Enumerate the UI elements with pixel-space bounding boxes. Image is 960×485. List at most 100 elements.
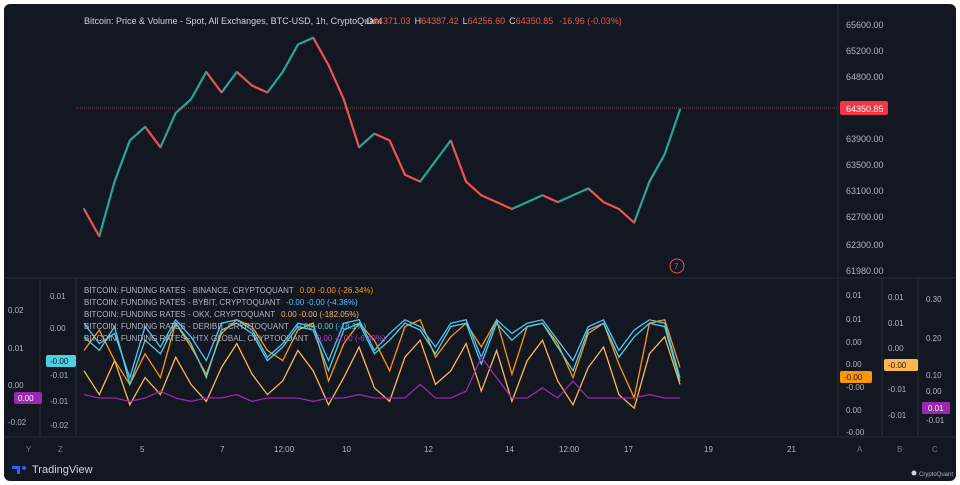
price-point	[266, 91, 269, 94]
price-point	[189, 98, 192, 101]
price-segment	[251, 84, 268, 94]
price-segment	[236, 71, 253, 87]
time-axis[interactable]: 5 7 12:00 10 12 14 12:00 17 19 21	[140, 445, 796, 454]
right-tick: 0.01	[888, 319, 904, 328]
price-tick: 64800.00	[846, 72, 884, 82]
price-segment	[404, 173, 421, 183]
legend-htx[interactable]: BITCOIN: FUNDING RATES - HTX GLOBAL, CRY…	[84, 334, 386, 343]
price-segment	[465, 180, 483, 197]
price-point	[572, 194, 575, 197]
cryptoquant-logo: CryptoQuant	[911, 470, 953, 478]
tradingview-logo[interactable]: TradingView	[12, 464, 93, 476]
price-tick: 65600.00	[846, 20, 884, 30]
cryptoquant-wordmark: CryptoQuant	[919, 472, 953, 478]
price-point	[220, 91, 223, 94]
chart-canvas[interactable]: Bitcoin: Price & Volume - Spot, All Exch…	[4, 4, 956, 481]
price-segment	[572, 187, 589, 197]
time-tick: 12:00	[559, 445, 580, 454]
scale-label-z[interactable]: Z	[58, 445, 63, 454]
price-point	[602, 201, 605, 204]
price-point	[419, 180, 422, 183]
price-segment	[419, 160, 437, 183]
price-point	[648, 180, 651, 183]
price-segment	[129, 125, 146, 142]
price-segment	[542, 194, 559, 204]
time-tick: 19	[704, 445, 713, 454]
right-tick: 0.00	[926, 387, 942, 396]
price-point	[633, 221, 636, 224]
price-segment	[449, 140, 468, 182]
candlestick-series[interactable]	[83, 36, 682, 238]
price-point	[159, 146, 162, 149]
price-point	[327, 64, 330, 67]
price-segment	[144, 126, 162, 148]
price-segment	[511, 201, 528, 210]
price-segment	[83, 208, 101, 237]
price-point	[556, 201, 559, 204]
price-segment	[297, 36, 314, 46]
left-tick: -0.01	[50, 371, 69, 380]
left-tick: 0.01	[50, 292, 66, 301]
event-marker-label: 7	[674, 262, 679, 271]
legend-okx[interactable]: BITCOIN: FUNDING RATES - OKX, CRYPTOQUAN…	[84, 310, 359, 319]
left-axis-a[interactable]: 0.02 0.01 0.00 -0.02	[8, 306, 27, 427]
price-segment	[618, 208, 635, 224]
left-badge-a-text: 0.00	[18, 394, 34, 403]
right-axis-b[interactable]: 0.01 0.01 0.00 -0.01 -0.01	[888, 293, 907, 420]
right-axis-a[interactable]: 0.01 0.01 0.00 0.00 -0.00 0.00 -0.00	[846, 291, 865, 437]
time-tick: 7	[220, 445, 225, 454]
price-point	[342, 98, 345, 101]
right-tick: 0.01	[846, 315, 862, 324]
price-point	[251, 84, 254, 87]
scale-label-a[interactable]: A	[857, 445, 863, 454]
badge-b-text: -0.00	[888, 361, 907, 370]
price-segment	[358, 132, 376, 149]
price-segment	[388, 140, 406, 176]
time-tick: 14	[505, 445, 514, 454]
price-segment	[496, 201, 513, 210]
price-point	[510, 207, 513, 210]
price-point	[281, 70, 284, 73]
right-tick: -0.00	[846, 428, 865, 437]
funding-line-0	[83, 318, 681, 401]
price-point	[541, 194, 544, 197]
right-tick: -0.01	[888, 385, 907, 394]
badge-c-text: 0.01	[928, 404, 944, 413]
price-segment	[373, 132, 391, 142]
right-tick: 0.00	[846, 360, 862, 369]
right-tick: -0.01	[926, 416, 945, 425]
legend-deribit[interactable]: BITCOIN: FUNDING RATES - DERIBIT, CRYPTO…	[84, 322, 366, 331]
price-segment	[190, 71, 208, 100]
right-tick: -0.01	[888, 411, 907, 420]
price-point	[128, 139, 131, 142]
legend-bybit[interactable]: BITCOIN: FUNDING RATES - BYBIT, CRYPTOQU…	[84, 298, 358, 307]
scale-label-b[interactable]: B	[897, 445, 902, 454]
price-segment	[557, 194, 574, 204]
price-segment	[159, 112, 177, 148]
price-segment	[327, 64, 345, 100]
right-tick: 0.01	[888, 293, 904, 302]
tradingview-wordmark: TradingView	[32, 464, 93, 476]
last-price-badge-text: 64350.85	[846, 104, 884, 114]
price-segment	[587, 187, 605, 203]
price-segment	[480, 194, 498, 204]
price-segment	[663, 109, 682, 155]
price-point	[617, 207, 620, 210]
right-tick: 0.00	[846, 406, 862, 415]
ohlc-readout: O64371.03 H64387.42 L64256.60 C64350.85 -16.…	[366, 16, 622, 26]
right-tick: 0.20	[926, 334, 942, 343]
legend-binance[interactable]: BITCOIN: FUNDING RATES - BINANCE, CRYPTO…	[84, 286, 374, 295]
price-point	[113, 180, 116, 183]
left-tick: 0.00	[50, 324, 66, 333]
price-segment	[174, 98, 192, 114]
price-point	[174, 112, 177, 115]
price-point	[205, 70, 208, 73]
price-tick: 63500.00	[846, 160, 884, 170]
scale-label-y[interactable]: Y	[26, 445, 32, 454]
scale-label-c[interactable]: C	[932, 445, 938, 454]
price-tick: 63100.00	[846, 186, 884, 196]
price-axis[interactable]: 65600.00 65200.00 64800.00 63900.00 6350…	[846, 20, 884, 276]
time-tick: 10	[342, 445, 351, 454]
price-point	[679, 108, 681, 111]
price-point	[480, 194, 483, 197]
